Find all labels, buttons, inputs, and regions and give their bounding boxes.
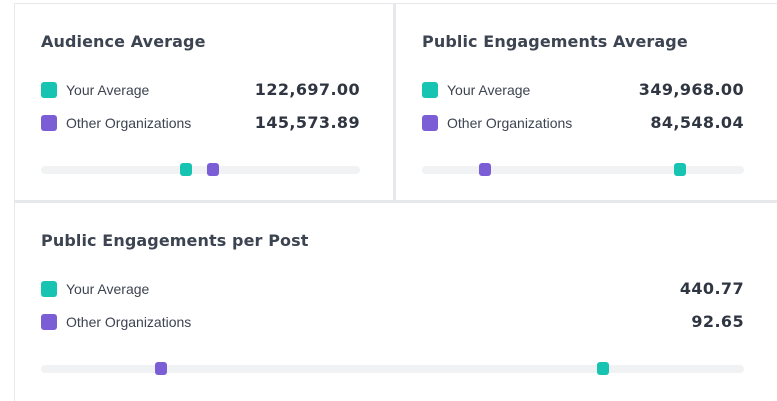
your-average-row: Your Average 349,968.00 (422, 81, 744, 99)
your-average-value: 440.77 (679, 279, 744, 298)
other-organizations-marker (478, 163, 491, 176)
your-average-swatch (41, 82, 57, 98)
your-average-row: Your Average 122,697.00 (41, 81, 360, 99)
your-average-swatch (422, 82, 438, 98)
card-title: Public Engagements Average (422, 32, 688, 51)
other-organizations-value: 145,573.89 (254, 113, 360, 132)
comparison-panel: Audience Average Your Average 122,697.00… (14, 3, 777, 401)
other-organizations-label: Other Organizations (447, 115, 573, 131)
other-organizations-swatch (41, 314, 57, 330)
your-average-marker (180, 163, 193, 176)
card-title: Public Engagements per Post (41, 231, 309, 250)
your-average-label: Your Average (447, 82, 531, 98)
your-average-label: Your Average (66, 281, 150, 297)
other-organizations-swatch (41, 115, 57, 131)
your-average-row: Your Average 440.77 (41, 280, 744, 298)
card-title: Audience Average (41, 32, 206, 51)
other-organizations-swatch (422, 115, 438, 131)
other-organizations-marker (207, 163, 220, 176)
other-organizations-label: Other Organizations (66, 115, 192, 131)
other-organizations-value: 92.65 (691, 312, 744, 331)
comparison-track (41, 163, 360, 176)
public-engagements-per-post-card: Public Engagements per Post Your Average… (15, 203, 777, 401)
public-engagements-average-card: Public Engagements Average Your Average … (396, 4, 777, 203)
other-organizations-label: Other Organizations (66, 314, 192, 330)
your-average-marker (597, 362, 610, 375)
your-average-value: 122,697.00 (254, 80, 360, 99)
other-organizations-row: Other Organizations 145,573.89 (41, 114, 360, 132)
your-average-label: Your Average (66, 82, 150, 98)
other-organizations-marker (154, 362, 167, 375)
comparison-track (41, 362, 744, 375)
comparison-track (422, 163, 744, 176)
other-organizations-value: 84,548.04 (650, 113, 744, 132)
your-average-value: 349,968.00 (638, 80, 744, 99)
your-average-swatch (41, 281, 57, 297)
other-organizations-row: Other Organizations 92.65 (41, 313, 744, 331)
other-organizations-row: Other Organizations 84,548.04 (422, 114, 744, 132)
audience-average-card: Audience Average Your Average 122,697.00… (15, 4, 396, 203)
your-average-marker (673, 163, 686, 176)
